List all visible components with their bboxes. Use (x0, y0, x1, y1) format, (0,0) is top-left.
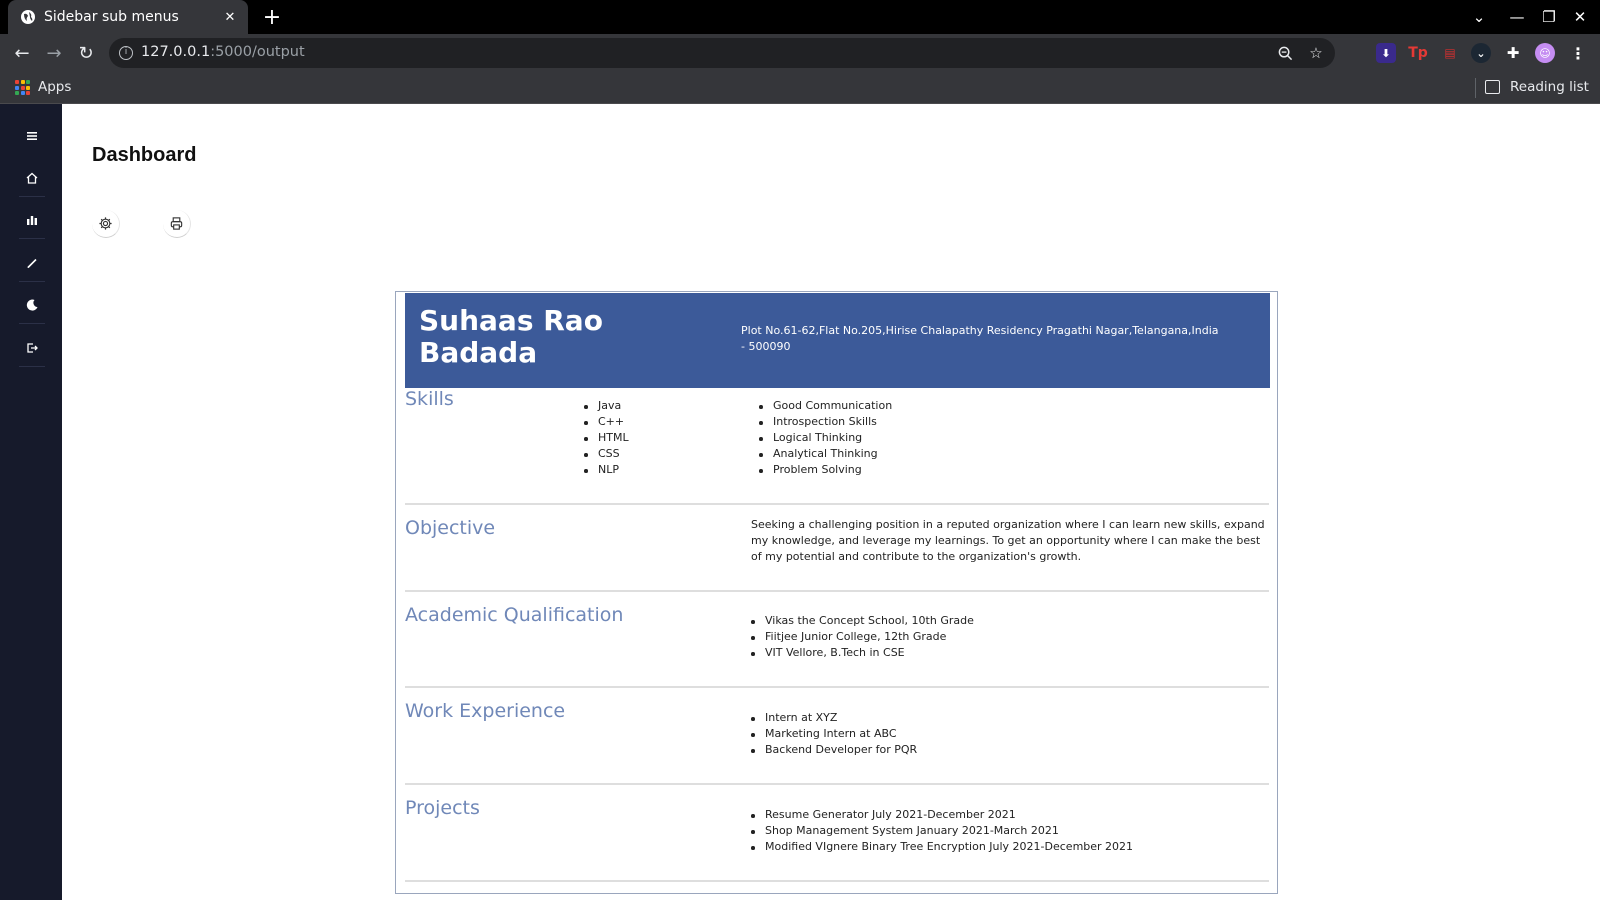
list-item: Problem Solving (757, 462, 892, 478)
logout-icon[interactable] (18, 334, 46, 362)
extension-calendar-icon[interactable]: ▤ (1440, 43, 1460, 63)
list-item: HTML (582, 430, 629, 446)
resume-header: Suhaas Rao Badada Plot No.61-62,Flat No.… (405, 293, 1270, 388)
list-item: Fiitjee Junior College, 12th Grade (749, 629, 974, 645)
address-bar[interactable]: i 127.0.0.1:5000/output ☆ (109, 38, 1335, 68)
browser-tab-strip: Sidebar sub menus ✕ + ⌄ — ❐ ✕ (0, 0, 1600, 34)
tab-title: Sidebar sub menus (44, 9, 179, 25)
list-item: Analytical Thinking (757, 446, 892, 462)
apps-grid-icon[interactable] (15, 80, 30, 95)
pencil-icon[interactable] (18, 249, 46, 277)
extensions-puzzle-icon[interactable]: ✚ (1503, 43, 1523, 63)
resume-document: Suhaas Rao Badada Plot No.61-62,Flat No.… (395, 291, 1278, 894)
printer-icon (170, 217, 183, 230)
browser-menu-icon[interactable]: ⋮ (1568, 43, 1588, 63)
academic-heading: Academic Qualification (405, 604, 624, 626)
list-item: Resume Generator July 2021-December 2021 (749, 807, 1133, 823)
browser-toolbar: ← → ↻ i 127.0.0.1:5000/output ☆ ⬇ Tp ▤ ⌄… (0, 34, 1600, 72)
list-item: CSS (582, 446, 629, 462)
restore-button[interactable]: ❐ (1538, 6, 1560, 28)
list-item: Vikas the Concept School, 10th Grade (749, 613, 974, 629)
browser-tab[interactable]: Sidebar sub menus ✕ (8, 0, 248, 34)
soft-skills-list: Good Communication Introspection Skills … (757, 398, 892, 478)
moon-icon[interactable] (18, 291, 46, 319)
list-item: Intern at XYZ (749, 710, 917, 726)
gear-icon (99, 217, 112, 230)
list-item: Introspection Skills (757, 414, 892, 430)
extension-download-icon[interactable]: ⬇ (1376, 43, 1396, 63)
work-experience-heading: Work Experience (405, 700, 566, 722)
minimize-button[interactable]: — (1506, 6, 1528, 28)
reload-button[interactable]: ↻ (74, 41, 98, 65)
academic-list: Vikas the Concept School, 10th Grade Fii… (749, 613, 974, 661)
list-item: Java (582, 398, 629, 414)
objective-heading: Objective (405, 517, 496, 539)
projects-heading: Projects (405, 797, 480, 819)
url-text: 127.0.0.1:5000/output (141, 44, 305, 60)
skills-heading: Skills (405, 388, 454, 410)
work-experience-list: Intern at XYZ Marketing Intern at ABC Ba… (749, 710, 917, 758)
list-item: VIT Vellore, B.Tech in CSE (749, 645, 974, 661)
bookmark-star-icon[interactable]: ☆ (1306, 43, 1326, 63)
extension-dark-icon[interactable]: ⌄ (1471, 43, 1491, 63)
apps-bookmark[interactable]: Apps (38, 79, 71, 95)
extension-tp-icon[interactable]: Tp (1408, 43, 1428, 63)
section-divider (405, 503, 1269, 505)
url-path: :5000/output (210, 44, 305, 60)
print-button[interactable] (163, 210, 191, 238)
section-divider (405, 686, 1269, 688)
objective-text: Seeking a challenging position in a repu… (751, 518, 1265, 563)
candidate-name: Suhaas Rao Badada (419, 304, 603, 369)
sidebar-divider (19, 366, 45, 367)
globe-icon (21, 10, 35, 24)
profile-avatar-icon[interactable]: ☺ (1535, 43, 1555, 63)
close-tab-icon[interactable]: ✕ (222, 9, 238, 25)
sidebar-divider (19, 323, 45, 324)
page-title: Dashboard (92, 144, 197, 166)
projects-list: Resume Generator July 2021-December 2021… (749, 807, 1133, 855)
settings-button[interactable] (92, 210, 120, 238)
bookmark-divider (1475, 78, 1476, 98)
info-icon[interactable]: i (119, 46, 133, 60)
reading-list-button[interactable]: Reading list (1510, 79, 1589, 95)
sidebar (0, 104, 62, 900)
chart-icon[interactable] (18, 206, 46, 234)
bookmarks-bar: Apps Reading list (0, 72, 1600, 104)
technical-skills-list: Java C++ HTML CSS NLP (582, 398, 629, 478)
sidebar-divider (19, 238, 45, 239)
zoom-icon[interactable] (1275, 43, 1295, 63)
list-item: Shop Management System January 2021-Marc… (749, 823, 1133, 839)
list-item: Logical Thinking (757, 430, 892, 446)
section-divider (405, 880, 1269, 882)
section-divider (405, 590, 1269, 592)
sidebar-divider (19, 281, 45, 282)
tab-search-icon[interactable]: ⌄ (1468, 6, 1490, 28)
reading-list-icon[interactable] (1485, 80, 1500, 94)
sidebar-divider (19, 196, 45, 197)
forward-button[interactable]: → (42, 41, 66, 65)
list-item: Good Communication (757, 398, 892, 414)
candidate-address: Plot No.61-62,Flat No.205,Hirise Chalapa… (741, 324, 1219, 353)
list-item: NLP (582, 462, 629, 478)
section-divider (405, 783, 1269, 785)
list-item: Backend Developer for PQR (749, 742, 917, 758)
list-item: Marketing Intern at ABC (749, 726, 917, 742)
new-tab-button[interactable]: + (260, 5, 284, 30)
url-host: 127.0.0.1 (141, 44, 211, 60)
home-icon[interactable] (18, 164, 46, 192)
close-window-button[interactable]: ✕ (1569, 6, 1591, 28)
list-item: Modified VIgnere Binary Tree Encryption … (749, 839, 1133, 855)
menu-icon[interactable] (18, 122, 46, 150)
list-item: C++ (582, 414, 629, 430)
back-button[interactable]: ← (10, 41, 34, 65)
